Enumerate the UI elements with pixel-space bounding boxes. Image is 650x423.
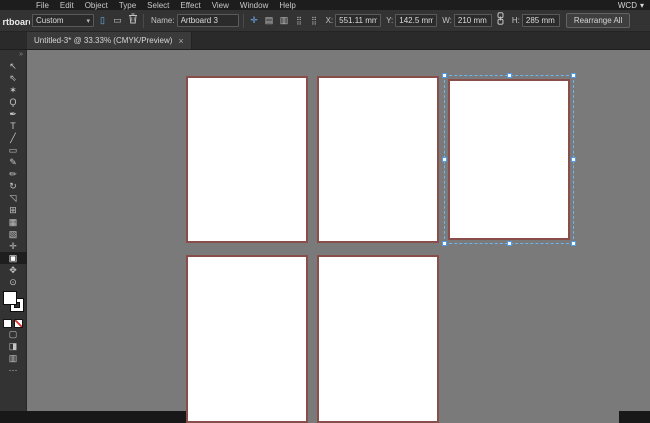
workspace-switcher[interactable]: WCD ▾ bbox=[618, 0, 644, 10]
w-input[interactable] bbox=[453, 14, 492, 27]
rearrange-all-button[interactable]: Rearrange All bbox=[565, 13, 631, 28]
hand-tool[interactable]: ✥ bbox=[0, 264, 27, 276]
collapse-toolbar-button[interactable]: » bbox=[0, 50, 26, 60]
scale-tool[interactable]: ◹ bbox=[0, 192, 27, 204]
menu-object[interactable]: Object bbox=[85, 0, 108, 10]
eyedropper-tool[interactable]: ✛ bbox=[0, 240, 27, 252]
edit-toolbar-icon[interactable]: ⋯ bbox=[0, 364, 27, 376]
fill-stroke-swatches bbox=[0, 291, 27, 315]
name-label: Name: bbox=[151, 16, 175, 25]
separator bbox=[242, 13, 244, 28]
draw-behind-mode-icon[interactable]: ◨ bbox=[0, 340, 27, 352]
selection-handle-e[interactable] bbox=[571, 157, 576, 162]
artboard-2[interactable] bbox=[317, 76, 439, 243]
selection-handle-ne[interactable] bbox=[571, 73, 576, 78]
bottom-bar-right bbox=[619, 411, 650, 423]
paintbrush-tool[interactable]: ✎ bbox=[0, 156, 27, 168]
selection-handle-n[interactable] bbox=[506, 73, 512, 78]
trash-icon bbox=[128, 13, 137, 24]
artboard-1[interactable] bbox=[186, 76, 308, 243]
magic-wand-tool[interactable]: ✶ bbox=[0, 84, 27, 96]
menu-help[interactable]: Help bbox=[279, 0, 295, 10]
selection-tool[interactable]: ↖ bbox=[0, 60, 27, 72]
rotate-tool[interactable]: ↻ bbox=[0, 180, 27, 192]
selection-marquee bbox=[442, 73, 576, 246]
selection-handle-nw[interactable] bbox=[442, 73, 447, 78]
rearrange-grid-icon[interactable]: ⣿ bbox=[308, 14, 321, 27]
none-button[interactable] bbox=[14, 319, 23, 328]
artboard-name-input[interactable] bbox=[176, 14, 239, 27]
artboard-5[interactable] bbox=[317, 255, 439, 423]
panel-label: Artboard bbox=[3, 16, 30, 27]
draw-normal-mode-icon[interactable]: ▢ bbox=[0, 328, 27, 340]
selection-handle-s[interactable] bbox=[506, 241, 512, 246]
chevron-down-icon: ▾ bbox=[86, 17, 90, 25]
document-tab[interactable]: Untitled-3* @ 33.33% (CMYK/Preview) × bbox=[27, 32, 192, 49]
move-artwork-toggle[interactable]: ✛ bbox=[248, 14, 261, 27]
artboard-presets-button[interactable]: ▥ bbox=[278, 14, 291, 27]
menu-window[interactable]: Window bbox=[240, 0, 268, 10]
artboard-tool[interactable]: ▣ bbox=[0, 252, 27, 264]
artboard-options-button[interactable]: ▤ bbox=[263, 14, 276, 27]
h-label: H: bbox=[511, 16, 520, 25]
bottom-bar-left bbox=[0, 411, 186, 423]
menu-select[interactable]: Select bbox=[147, 0, 169, 10]
w-label: W: bbox=[442, 16, 452, 25]
menu-type[interactable]: Type bbox=[119, 0, 136, 10]
portrait-orientation-button[interactable]: ▯ bbox=[96, 14, 109, 27]
document-tab-title: Untitled-3* @ 33.33% (CMYK/Preview) bbox=[34, 36, 173, 45]
zoom-tool[interactable]: ⊙ bbox=[0, 276, 27, 288]
menu-bar: File Edit Object Type Select Effect View… bbox=[0, 0, 650, 10]
delete-artboard-button[interactable] bbox=[126, 13, 139, 28]
control-bar: Artboard Custom ▾ ▯ ▭ Name: ✛ ▤ ▥ ⣿ ⣿ X:… bbox=[0, 10, 650, 32]
selection-handle-se[interactable] bbox=[571, 241, 576, 246]
direct-selection-tool[interactable]: ⇖ bbox=[0, 72, 27, 84]
selection-handle-w[interactable] bbox=[442, 157, 447, 162]
rectangle-tool[interactable]: ▭ bbox=[0, 144, 27, 156]
artboard-4[interactable] bbox=[186, 255, 308, 423]
close-tab-icon[interactable]: × bbox=[178, 36, 183, 46]
menu-edit[interactable]: Edit bbox=[60, 0, 74, 10]
selection-handle-sw[interactable] bbox=[442, 241, 447, 246]
x-input[interactable] bbox=[335, 14, 382, 27]
h-input[interactable] bbox=[521, 14, 560, 27]
x-label: X: bbox=[325, 16, 334, 25]
workspace-label: WCD bbox=[617, 1, 637, 10]
menu-file[interactable]: File bbox=[36, 0, 49, 10]
y-label: Y: bbox=[386, 16, 394, 25]
menu-view[interactable]: View bbox=[212, 0, 229, 10]
link-dimensions-button[interactable] bbox=[494, 12, 507, 29]
tools-panel: » ↖ ⇖ ✶ Ϙ ✒ T ╱ ▭ ✎ ✏ ↻ ◹ ⊞ ▦ ▧ ✛ ▣ ✥ ⊙ … bbox=[0, 50, 27, 423]
color-mode-buttons bbox=[3, 319, 23, 328]
shape-builder-tool[interactable]: ⊞ bbox=[0, 204, 27, 216]
color-button[interactable] bbox=[3, 319, 12, 328]
pen-tool[interactable]: ✒ bbox=[0, 108, 27, 120]
screen-mode-icon[interactable]: ▥ bbox=[0, 352, 27, 364]
preset-dropdown[interactable]: Custom ▾ bbox=[32, 14, 94, 27]
link-icon bbox=[497, 12, 504, 25]
tab-bar: Untitled-3* @ 33.33% (CMYK/Preview) × bbox=[0, 32, 650, 50]
line-segment-tool[interactable]: ╱ bbox=[0, 132, 27, 144]
landscape-orientation-button[interactable]: ▭ bbox=[111, 14, 124, 27]
reference-point-grid-icon[interactable]: ⣿ bbox=[293, 14, 306, 27]
fill-color-swatch[interactable] bbox=[2, 291, 17, 305]
type-tool[interactable]: T bbox=[0, 120, 27, 132]
mesh-tool[interactable]: ▦ bbox=[0, 216, 27, 228]
gradient-tool[interactable]: ▧ bbox=[0, 228, 27, 240]
lasso-tool[interactable]: Ϙ bbox=[0, 96, 27, 108]
separator bbox=[143, 13, 144, 28]
preset-value: Custom bbox=[36, 16, 64, 25]
menu-effect[interactable]: Effect bbox=[180, 0, 200, 10]
pencil-tool[interactable]: ✏ bbox=[0, 168, 27, 180]
y-input[interactable] bbox=[395, 14, 438, 27]
chevron-down-icon: ▾ bbox=[639, 1, 644, 10]
